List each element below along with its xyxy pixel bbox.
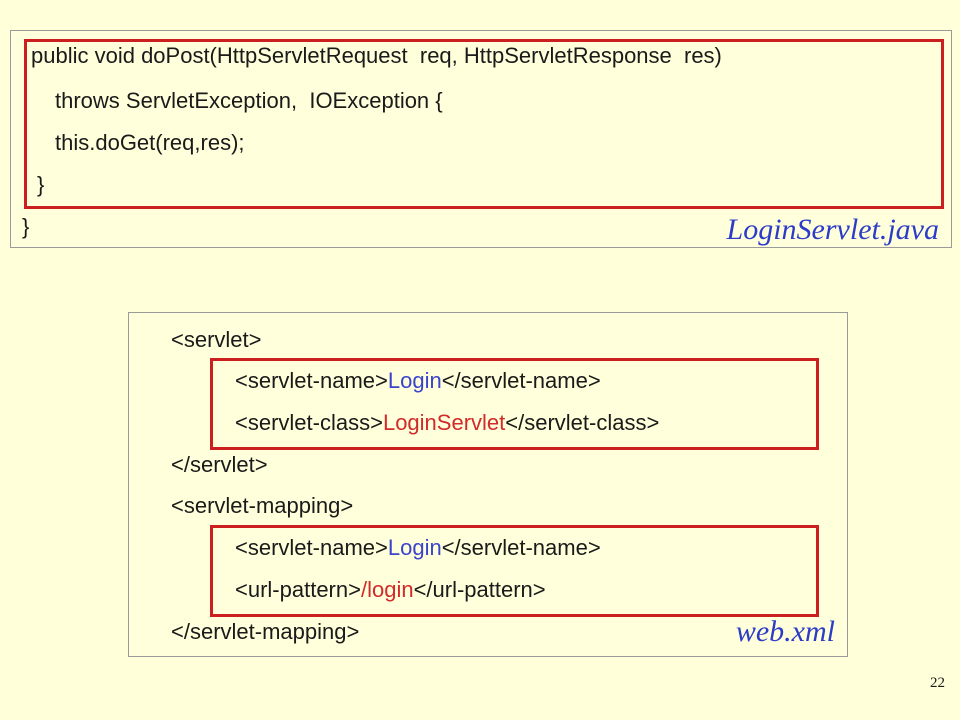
xml-tag: </servlet-class> — [505, 410, 660, 435]
code-line-doget-call: this.doGet(req,res); — [55, 130, 245, 155]
xml-servlet-name-line: <servlet-name>Login</servlet-name> — [235, 368, 601, 394]
xml-tag: </servlet-name> — [441, 368, 601, 393]
servlet-name-value: Login — [387, 368, 442, 393]
xml-code-panel: <servlet> <servlet-name>Login</servlet-n… — [128, 312, 848, 657]
xml-mapping-close: </servlet-mapping> — [171, 619, 360, 644]
xml-file-caption: web.xml — [735, 615, 835, 648]
page-number: 22 — [930, 675, 945, 691]
mapping-name-value: Login — [387, 535, 442, 560]
xml-tag: <url-pattern> — [235, 577, 361, 602]
xml-tag: <servlet-name> — [235, 368, 388, 393]
xml-tag: </servlet-name> — [441, 535, 601, 560]
xml-servlet-open: <servlet> — [171, 327, 262, 352]
code-line-throws: throws ServletException, IOException { — [55, 88, 443, 113]
java-file-caption: LoginServlet.java — [726, 213, 939, 246]
java-code-panel: public void doPost(HttpServletRequest re… — [10, 30, 952, 248]
xml-servlet-class-line: <servlet-class>LoginServlet</servlet-cla… — [235, 410, 659, 436]
xml-mapping-name-line: <servlet-name>Login</servlet-name> — [235, 535, 601, 561]
xml-tag: <servlet-class> — [235, 410, 383, 435]
code-line-method-signature: public void doPost(HttpServletRequest re… — [31, 43, 722, 68]
url-pattern-value: /login — [360, 577, 414, 602]
xml-servlet-close: </servlet> — [171, 452, 268, 477]
xml-tag: </url-pattern> — [413, 577, 546, 602]
xml-url-pattern-line: <url-pattern>/login</url-pattern> — [235, 577, 546, 603]
servlet-class-value: LoginServlet — [382, 410, 506, 435]
code-line-method-close: } — [37, 172, 45, 197]
xml-tag: <servlet-name> — [235, 535, 388, 560]
xml-mapping-open: <servlet-mapping> — [171, 493, 354, 518]
code-line-class-close: } — [22, 214, 30, 239]
